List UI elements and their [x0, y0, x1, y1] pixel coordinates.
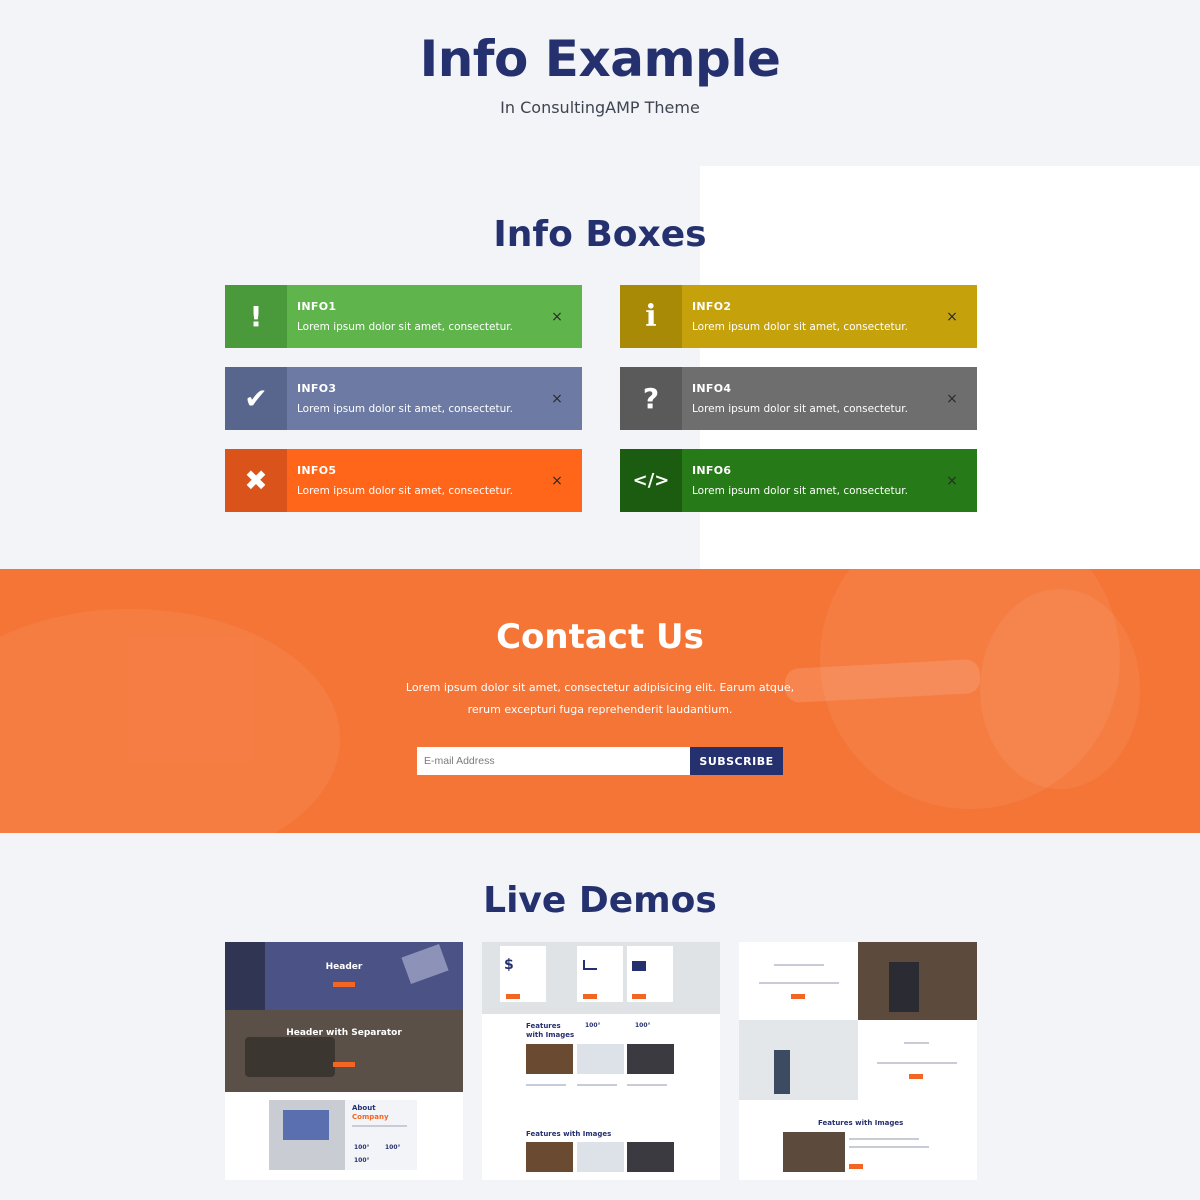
- info-box-heading: INFO3: [297, 382, 337, 395]
- live-demos-title: Live Demos: [483, 880, 717, 921]
- x-mark-icon: ✖: [225, 449, 287, 512]
- demo-team-image: [526, 1142, 573, 1172]
- contact-title: Contact Us: [496, 617, 704, 657]
- demo-mini-button: [506, 994, 520, 999]
- info-box-body: INFO6 Lorem ipsum dolor sit amet, consect…: [682, 449, 927, 512]
- demo-text-line: [774, 964, 824, 966]
- demo-features-sublabel: with Images: [526, 1031, 575, 1039]
- demo-features-label: Features: [526, 1022, 561, 1030]
- demo-meeting-image: [627, 1142, 674, 1172]
- demo-stat: 100°: [585, 1022, 601, 1029]
- demo-card-header[interactable]: Header Header with Separator About Compa…: [225, 942, 463, 1180]
- demo-text-line: [877, 1062, 957, 1064]
- demo-laptop-screen: [283, 1110, 329, 1140]
- info-boxes-section: Info Boxes: [0, 166, 1200, 569]
- demo-text-line: [759, 982, 839, 984]
- info-box-text: Lorem ipsum dolor sit amet, consectetur.: [692, 403, 908, 415]
- demo-header-label: Header: [325, 962, 363, 972]
- demo-mini-button: [632, 994, 646, 999]
- checkmark-icon: ✔: [225, 367, 287, 430]
- demo-text-line: [849, 1146, 929, 1148]
- demo-about-label: About: [352, 1104, 376, 1112]
- demo-mini-button: [909, 1074, 923, 1079]
- close-icon[interactable]: ×: [532, 367, 582, 430]
- info-box-4: ? INFO4 Lorem ipsum dolor sit amet, consec…: [620, 367, 977, 430]
- info-box-text: Lorem ipsum dolor sit amet, consectetur.: [297, 403, 513, 415]
- demo-person-image: [774, 1050, 790, 1094]
- contact-description: Lorem ipsum dolor sit amet, consectetur …: [405, 681, 795, 716]
- page-header: Info Example In ConsultingAMP Theme: [0, 0, 1200, 166]
- demo-text-line: [526, 1084, 566, 1086]
- info-box-body: INFO5 Lorem ipsum dolor sit amet, consect…: [287, 449, 532, 512]
- close-icon[interactable]: ×: [927, 285, 977, 348]
- dollar-icon: $: [504, 957, 514, 973]
- demo-text-line: [627, 1084, 667, 1086]
- info-box-1: ! INFO1 Lorem ipsum dolor sit amet, consec…: [225, 285, 582, 348]
- demo-card-images[interactable]: Features with Images: [739, 942, 977, 1180]
- demo-meeting-image: [627, 1044, 674, 1074]
- demo-whiteboard-image: [577, 1142, 624, 1172]
- demo-text-line: [352, 1125, 407, 1127]
- info-box-text: Lorem ipsum dolor sit amet, consectetur.: [692, 321, 908, 333]
- page-subtitle: In ConsultingAMP Theme: [500, 98, 700, 117]
- info-box-heading: INFO6: [692, 464, 732, 477]
- info-box-body: INFO1 Lorem ipsum dolor sit amet, consect…: [287, 285, 532, 348]
- demo-typewriter-image: [245, 1037, 335, 1077]
- info-box-heading: INFO2: [692, 300, 732, 313]
- demo-team-image: [783, 1132, 845, 1172]
- demo-mini-button: [791, 994, 805, 999]
- info-box-body: INFO2 Lorem ipsum dolor sit amet, consect…: [682, 285, 927, 348]
- bar-chart-icon: [583, 960, 597, 970]
- demo-keyboard-image: [225, 942, 265, 1010]
- demo-mini-button: [333, 982, 355, 987]
- briefcase-icon: [632, 961, 646, 971]
- close-icon[interactable]: ×: [927, 367, 977, 430]
- info-box-body: INFO4 Lorem ipsum dolor sit amet, consect…: [682, 367, 927, 430]
- demo-card-features[interactable]: $ Features with Images 100° 100° Feature…: [482, 942, 720, 1180]
- subscribe-form: SUBSCRIBE: [417, 747, 783, 775]
- info-icon: i: [620, 285, 682, 348]
- demo-stat: 100°: [385, 1144, 401, 1151]
- exclamation-icon: !: [225, 285, 287, 348]
- demo-whiteboard-image: [739, 1020, 858, 1100]
- info-box-text: Lorem ipsum dolor sit amet, consectetur.: [692, 485, 908, 497]
- question-icon: ?: [620, 367, 682, 430]
- demo-person-image: [889, 962, 919, 1012]
- info-box-heading: INFO5: [297, 464, 337, 477]
- demo-mini-button: [849, 1164, 863, 1169]
- demo-text-line: [577, 1084, 617, 1086]
- demo-separator-label: Header with Separator: [286, 1028, 402, 1038]
- demo-features-heading: Features with Images: [526, 1130, 612, 1138]
- demo-mini-button: [583, 994, 597, 999]
- info-box-heading: INFO1: [297, 300, 337, 313]
- email-field[interactable]: [417, 747, 690, 775]
- close-icon[interactable]: ×: [927, 449, 977, 512]
- demo-mini-button: [333, 1062, 355, 1067]
- close-icon[interactable]: ×: [532, 285, 582, 348]
- demo-company-label: Company: [352, 1113, 389, 1121]
- demo-whiteboard-image: [577, 1044, 624, 1074]
- demo-text-line: [849, 1138, 919, 1140]
- info-boxes-title: Info Boxes: [493, 214, 707, 255]
- code-icon: </>: [620, 449, 682, 512]
- info-box-text: Lorem ipsum dolor sit amet, consectetur.: [297, 485, 513, 497]
- info-box-2: i INFO2 Lorem ipsum dolor sit amet, consec…: [620, 285, 977, 348]
- demo-team-image: [526, 1044, 573, 1074]
- demo-stat: 100°: [354, 1157, 370, 1164]
- info-box-6: </> INFO6 Lorem ipsum dolor sit amet, cons…: [620, 449, 977, 512]
- info-box-3: ✔ INFO3 Lorem ipsum dolor sit amet, consec…: [225, 367, 582, 430]
- info-box-body: INFO3 Lorem ipsum dolor sit amet, consect…: [287, 367, 532, 430]
- contact-section: Contact Us Lorem ipsum dolor sit amet, c…: [0, 569, 1200, 833]
- demo-features-heading: Features with Images: [818, 1119, 904, 1127]
- info-box-5: ✖ INFO5 Lorem ipsum dolor sit amet, consec…: [225, 449, 582, 512]
- page-title: Info Example: [419, 30, 781, 88]
- demo-stat: 100°: [635, 1022, 651, 1029]
- demo-stat: 100°: [354, 1144, 370, 1151]
- subscribe-button[interactable]: SUBSCRIBE: [690, 747, 783, 775]
- demo-text-line: [904, 1042, 929, 1044]
- close-icon[interactable]: ×: [532, 449, 582, 512]
- info-box-text: Lorem ipsum dolor sit amet, consectetur.: [297, 321, 513, 333]
- info-box-heading: INFO4: [692, 382, 732, 395]
